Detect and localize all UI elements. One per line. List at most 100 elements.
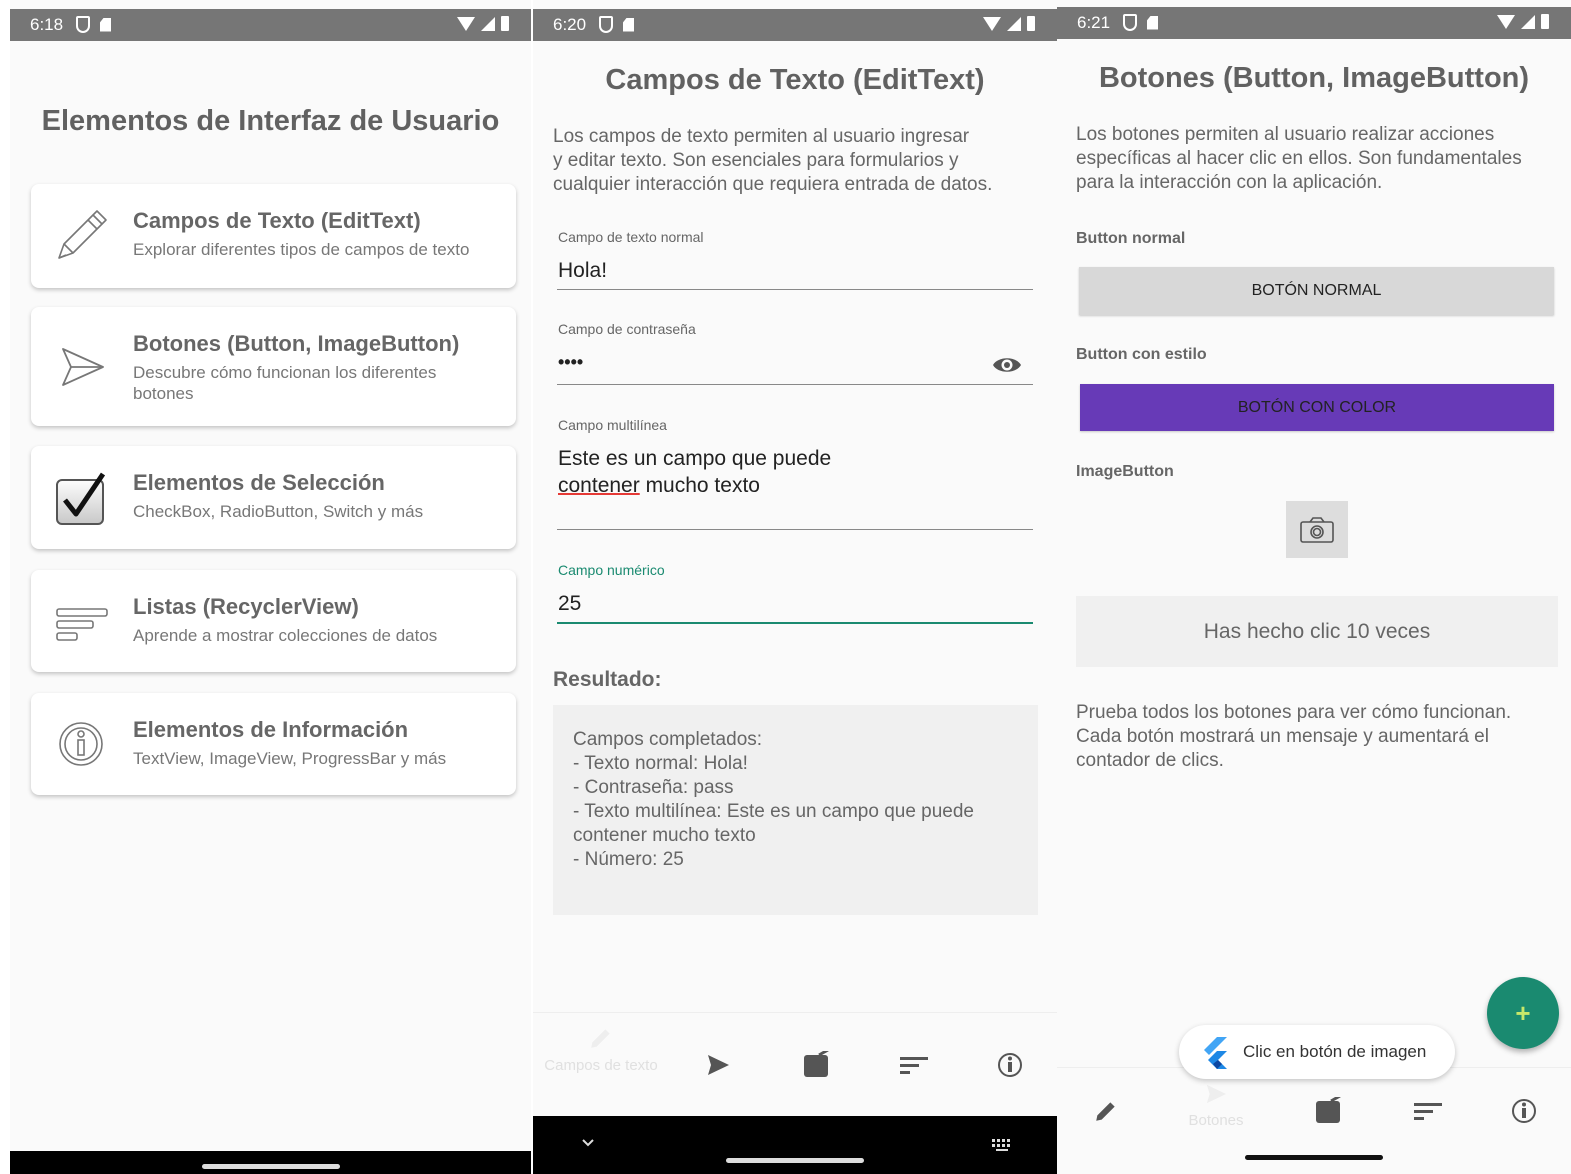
system-nav-bar bbox=[533, 1116, 1057, 1174]
battery-icon bbox=[501, 16, 509, 31]
chevron-down-icon[interactable] bbox=[581, 1138, 595, 1148]
field-value: 25 bbox=[558, 592, 582, 615]
wifi-icon bbox=[457, 16, 475, 31]
nav-item-information[interactable] bbox=[1477, 1068, 1571, 1154]
shield-icon bbox=[599, 16, 613, 33]
nav-item-selection[interactable] bbox=[1277, 1068, 1379, 1154]
click-counter: Has hecho clic 10 veces bbox=[1076, 596, 1558, 667]
field-label: Campo multilínea bbox=[558, 417, 667, 433]
card-buttons[interactable]: Botones (Button, ImageButton) Descubre c… bbox=[31, 307, 516, 426]
send-icon bbox=[708, 1055, 729, 1075]
field-value: •••• bbox=[558, 352, 584, 372]
result-title: Resultado: bbox=[553, 668, 662, 691]
result-line: Campos completados: bbox=[573, 729, 763, 750]
sd-card-icon bbox=[623, 17, 634, 32]
status-bar: 6:20 bbox=[533, 9, 1057, 41]
camera-icon bbox=[1300, 516, 1334, 543]
normal-button[interactable]: BOTÓN NORMAL bbox=[1079, 267, 1554, 315]
sd-card-icon bbox=[100, 17, 111, 32]
eye-icon[interactable] bbox=[992, 353, 1022, 377]
description-line: Los campos de texto permiten al usuario … bbox=[553, 126, 970, 147]
battery-icon bbox=[1027, 16, 1035, 31]
misspelled-word: contener bbox=[558, 474, 640, 497]
nav-item-buttons[interactable] bbox=[669, 1013, 767, 1117]
toast-text: Clic en botón de imagen bbox=[1243, 1042, 1427, 1061]
card-subtitle: TextView, ImageView, ProgressBar y más bbox=[133, 749, 447, 768]
nav-item-information[interactable] bbox=[963, 1013, 1057, 1117]
description-line: específicas al hacer clic en ellos. Son … bbox=[1076, 148, 1522, 169]
toast-message: Clic en botón de imagen bbox=[1179, 1025, 1455, 1079]
section-label: Button con estilo bbox=[1076, 346, 1207, 363]
screen-buttons: 6:21 Botones (Button, ImageButton) Los b… bbox=[1057, 0, 1571, 1174]
image-button[interactable] bbox=[1286, 501, 1348, 558]
info-icon bbox=[998, 1053, 1022, 1077]
home-gesture-bar[interactable] bbox=[1245, 1155, 1383, 1160]
screen-edittext: 6:20 Campos de Texto (EditText) Los camp… bbox=[533, 0, 1057, 1174]
wifi-icon bbox=[983, 16, 1001, 31]
bottom-nav: Botones bbox=[1057, 1067, 1571, 1154]
bottom-nav: Campos de texto bbox=[533, 1012, 1057, 1117]
nav-item-edittext[interactable] bbox=[1057, 1068, 1155, 1154]
card-title: Campos de Texto (EditText) bbox=[133, 208, 421, 233]
footer-line: Prueba todos los botones para ver cómo f… bbox=[1076, 702, 1512, 723]
result-line: - Contraseña: pass bbox=[573, 777, 734, 798]
status-time: 6:21 bbox=[1077, 13, 1111, 32]
list-icon bbox=[1414, 1103, 1442, 1120]
page-title: Elementos de Interfaz de Usuario bbox=[41, 105, 500, 137]
nav-item-lists[interactable] bbox=[865, 1013, 963, 1117]
shield-icon bbox=[76, 16, 90, 33]
sd-card-icon bbox=[1147, 15, 1158, 30]
card-subtitle: Aprende a mostrar colecciones de datos bbox=[133, 626, 438, 645]
card-subtitle: Explorar diferentes tipos de campos de t… bbox=[133, 240, 470, 259]
result-line: - Texto multilínea: Este es un campo que… bbox=[573, 801, 975, 822]
section-label: ImageButton bbox=[1076, 463, 1174, 480]
cell-signal-icon bbox=[1007, 16, 1021, 31]
home-gesture-bar[interactable] bbox=[726, 1158, 864, 1163]
status-time: 6:20 bbox=[553, 15, 587, 34]
card-title: Elementos de Selección bbox=[133, 470, 385, 495]
system-nav-bar bbox=[10, 1151, 531, 1174]
pencil-icon bbox=[1096, 1102, 1115, 1121]
field-underline bbox=[557, 289, 1033, 290]
system-nav-bar bbox=[1057, 1153, 1571, 1174]
field-value: Hola! bbox=[558, 259, 608, 282]
result-line: contener mucho texto bbox=[573, 825, 756, 846]
nav-item-buttons[interactable]: Botones bbox=[1155, 1068, 1277, 1154]
home-gesture-bar[interactable] bbox=[201, 1164, 340, 1169]
nav-item-lists[interactable] bbox=[1379, 1068, 1477, 1154]
field-label: Campo numérico bbox=[558, 562, 665, 578]
color-button[interactable]: BOTÓN CON COLOR bbox=[1080, 384, 1554, 431]
card-selection[interactable]: Elementos de Selección CheckBox, RadioBu… bbox=[31, 446, 516, 549]
field-label: Campo de contraseña bbox=[558, 321, 696, 337]
field-value-rest: mucho texto bbox=[639, 474, 760, 497]
keyboard-icon[interactable] bbox=[991, 1138, 1013, 1152]
page-title: Botones (Button, ImageButton) bbox=[1098, 62, 1530, 94]
status-bar: 6:18 bbox=[10, 9, 531, 41]
description: Los botones permiten al usuario realizar… bbox=[1076, 123, 1522, 195]
shield-icon bbox=[1123, 14, 1137, 31]
status-bar: 6:21 bbox=[1057, 7, 1571, 39]
nav-label: Campos de texto bbox=[544, 1057, 658, 1074]
footer-line: contador de clics. bbox=[1076, 750, 1224, 771]
card-title: Listas (RecyclerView) bbox=[133, 594, 359, 619]
card-subtitle: Descubre cómo funcionan los diferentes b… bbox=[133, 363, 437, 403]
nav-item-edittext[interactable]: Campos de texto bbox=[533, 1013, 669, 1117]
status-time: 6:18 bbox=[30, 15, 64, 34]
card-information[interactable]: Elementos de Información TextView, Image… bbox=[31, 693, 516, 795]
field-underline bbox=[557, 384, 1033, 385]
description-line: Los botones permiten al usuario realizar… bbox=[1076, 124, 1495, 145]
description-line: para la interacción con la aplicación. bbox=[1076, 172, 1383, 193]
card-subtitle: CheckBox, RadioButton, Switch y más bbox=[133, 502, 424, 521]
flutter-logo-icon bbox=[1204, 1037, 1227, 1069]
cell-signal-icon bbox=[481, 16, 495, 31]
card-lists[interactable]: Listas (RecyclerView) Aprende a mostrar … bbox=[31, 570, 516, 672]
list-icon bbox=[56, 608, 108, 641]
add-fab-button[interactable]: + bbox=[1487, 977, 1559, 1049]
footer-text: Prueba todos los botones para ver cómo f… bbox=[1076, 701, 1511, 773]
nav-item-selection[interactable] bbox=[767, 1013, 865, 1117]
send-icon bbox=[62, 347, 104, 386]
pencil-icon bbox=[58, 210, 107, 259]
list-icon bbox=[900, 1057, 928, 1074]
card-edittext[interactable]: Campos de Texto (EditText) Explorar dife… bbox=[31, 184, 516, 288]
result-line: - Texto normal: Hola! bbox=[573, 753, 748, 774]
